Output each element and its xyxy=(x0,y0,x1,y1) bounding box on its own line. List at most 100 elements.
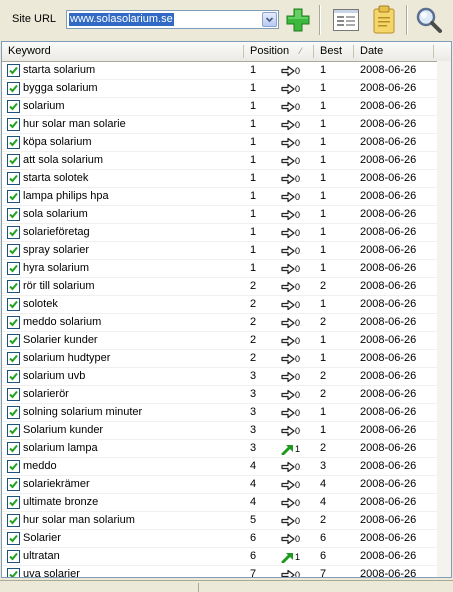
best-cell: 1 xyxy=(320,190,327,202)
table-row[interactable]: solning solarium minuter 3 0 1 2008-06-26 xyxy=(2,404,451,422)
position-cell: 1 xyxy=(250,154,257,166)
table-row[interactable]: hyra solarium 1 0 1 2008-06-26 xyxy=(2,260,451,278)
report-icon[interactable] xyxy=(332,7,360,36)
table-row[interactable]: solarium uvb 3 0 2 2008-06-26 xyxy=(2,368,451,386)
table-row[interactable]: solotek 2 0 1 2008-06-26 xyxy=(2,296,451,314)
table-row[interactable]: ultimate bronze 4 0 4 2008-06-26 xyxy=(2,494,451,512)
position-change-cell: 0 xyxy=(295,120,301,130)
table-row[interactable]: ultratan 6 1 6 2008-06-26 xyxy=(2,548,451,566)
checkbox[interactable] xyxy=(7,136,20,149)
checkbox[interactable] xyxy=(7,352,20,365)
table-row[interactable]: köpa solarium 1 0 1 2008-06-26 xyxy=(2,134,451,152)
position-change-cell: 0 xyxy=(295,192,301,202)
table-row[interactable]: solarieföretag 1 0 1 2008-06-26 xyxy=(2,224,451,242)
toolbar-separator xyxy=(406,5,408,35)
table-row[interactable]: bygga solarium 1 0 1 2008-06-26 xyxy=(2,80,451,98)
checkbox[interactable] xyxy=(7,460,20,473)
checkbox[interactable] xyxy=(7,496,20,509)
checkbox[interactable] xyxy=(7,424,20,437)
checkbox[interactable] xyxy=(7,208,20,221)
checkbox[interactable] xyxy=(7,64,20,77)
notes-icon[interactable] xyxy=(371,5,397,38)
site-url-value[interactable]: www.solasolarium.se xyxy=(69,13,174,26)
column-divider[interactable] xyxy=(243,45,244,58)
checkbox[interactable] xyxy=(7,370,20,383)
column-divider[interactable] xyxy=(353,45,354,58)
chevron-down-icon[interactable] xyxy=(262,12,277,27)
checkbox[interactable] xyxy=(7,334,20,347)
date-cell: 2008-06-26 xyxy=(360,550,417,562)
best-cell: 1 xyxy=(320,172,327,184)
keyword-cell: hur solar man solarie xyxy=(23,118,126,130)
checkbox[interactable] xyxy=(7,172,20,185)
keyword-cell: lampa philips hpa xyxy=(23,190,109,202)
best-cell: 1 xyxy=(320,244,327,256)
vertical-scrollbar-track[interactable] xyxy=(437,61,451,577)
best-cell: 1 xyxy=(320,154,327,166)
checkbox[interactable] xyxy=(7,100,20,113)
position-cell: 1 xyxy=(250,208,257,220)
table-row[interactable]: Solarier kunder 2 0 1 2008-06-26 xyxy=(2,332,451,350)
checkbox[interactable] xyxy=(7,316,20,329)
table-row[interactable]: starta solarium 1 0 1 2008-06-26 xyxy=(2,62,451,80)
table-row[interactable]: Solarium kunder 3 0 1 2008-06-26 xyxy=(2,422,451,440)
keyword-cell: solarierör xyxy=(23,388,69,400)
table-row[interactable]: spray solarier 1 0 1 2008-06-26 xyxy=(2,242,451,260)
table-row[interactable]: meddo 4 0 3 2008-06-26 xyxy=(2,458,451,476)
column-header-position[interactable]: Position xyxy=(250,42,289,60)
checkbox[interactable] xyxy=(7,442,20,455)
table-row[interactable]: solarium lampa 3 1 2 2008-06-26 xyxy=(2,440,451,458)
column-divider[interactable] xyxy=(313,45,314,58)
checkbox[interactable] xyxy=(7,82,20,95)
position-change-cell: 0 xyxy=(295,300,301,310)
column-divider[interactable] xyxy=(433,45,434,58)
table-row[interactable]: lampa philips hpa 1 0 1 2008-06-26 xyxy=(2,188,451,206)
table-row[interactable]: starta solotek 1 0 1 2008-06-26 xyxy=(2,170,451,188)
table-row[interactable]: rör till solarium 2 0 2 2008-06-26 xyxy=(2,278,451,296)
table-row[interactable]: uva solarier 7 0 7 2008-06-26 xyxy=(2,566,451,577)
table-row[interactable]: att sola solarium 1 0 1 2008-06-26 xyxy=(2,152,451,170)
checkbox[interactable] xyxy=(7,406,20,419)
search-icon[interactable] xyxy=(415,6,443,37)
best-cell: 1 xyxy=(320,406,327,418)
position-cell: 3 xyxy=(250,442,257,454)
keyword-table: Keyword Position ⁄ Best Date starta sola… xyxy=(1,41,452,578)
position-change-cell: 0 xyxy=(295,210,301,220)
table-row[interactable]: solariekrämer 4 0 4 2008-06-26 xyxy=(2,476,451,494)
checkbox[interactable] xyxy=(7,154,20,167)
checkbox[interactable] xyxy=(7,118,20,131)
arrow-right-icon xyxy=(281,155,295,170)
table-row[interactable]: solarierör 3 0 2 2008-06-26 xyxy=(2,386,451,404)
checkbox[interactable] xyxy=(7,244,20,257)
position-change-cell: 0 xyxy=(295,390,301,400)
checkbox[interactable] xyxy=(7,478,20,491)
checkbox[interactable] xyxy=(7,226,20,239)
site-url-combobox[interactable]: www.solasolarium.se xyxy=(66,10,279,29)
date-cell: 2008-06-26 xyxy=(360,244,417,256)
table-row[interactable]: sola solarium 1 0 1 2008-06-26 xyxy=(2,206,451,224)
checkbox[interactable] xyxy=(7,514,20,527)
checkbox[interactable] xyxy=(7,532,20,545)
checkbox[interactable] xyxy=(7,298,20,311)
column-header-best[interactable]: Best xyxy=(320,42,342,60)
column-header-date[interactable]: Date xyxy=(360,42,383,60)
table-row[interactable]: solarium 1 0 1 2008-06-26 xyxy=(2,98,451,116)
checkbox[interactable] xyxy=(7,568,20,577)
checkbox[interactable] xyxy=(7,262,20,275)
position-cell: 1 xyxy=(250,262,257,274)
keyword-cell: solariekrämer xyxy=(23,478,90,490)
keyword-cell: ultimate bronze xyxy=(23,496,99,508)
table-row[interactable]: meddo solarium 2 0 2 2008-06-26 xyxy=(2,314,451,332)
keyword-cell: starta solarium xyxy=(23,64,96,76)
table-row[interactable]: Solarier 6 0 6 2008-06-26 xyxy=(2,530,451,548)
best-cell: 2 xyxy=(320,514,327,526)
table-row[interactable]: hur solar man solarie 1 0 1 2008-06-26 xyxy=(2,116,451,134)
checkbox[interactable] xyxy=(7,280,20,293)
table-row[interactable]: hur solar man solarium 5 0 2 2008-06-26 xyxy=(2,512,451,530)
checkbox[interactable] xyxy=(7,550,20,563)
add-site-icon[interactable] xyxy=(285,7,311,36)
checkbox[interactable] xyxy=(7,190,20,203)
checkbox[interactable] xyxy=(7,388,20,401)
column-header-keyword[interactable]: Keyword xyxy=(8,42,51,60)
table-row[interactable]: solarium hudtyper 2 0 1 2008-06-26 xyxy=(2,350,451,368)
